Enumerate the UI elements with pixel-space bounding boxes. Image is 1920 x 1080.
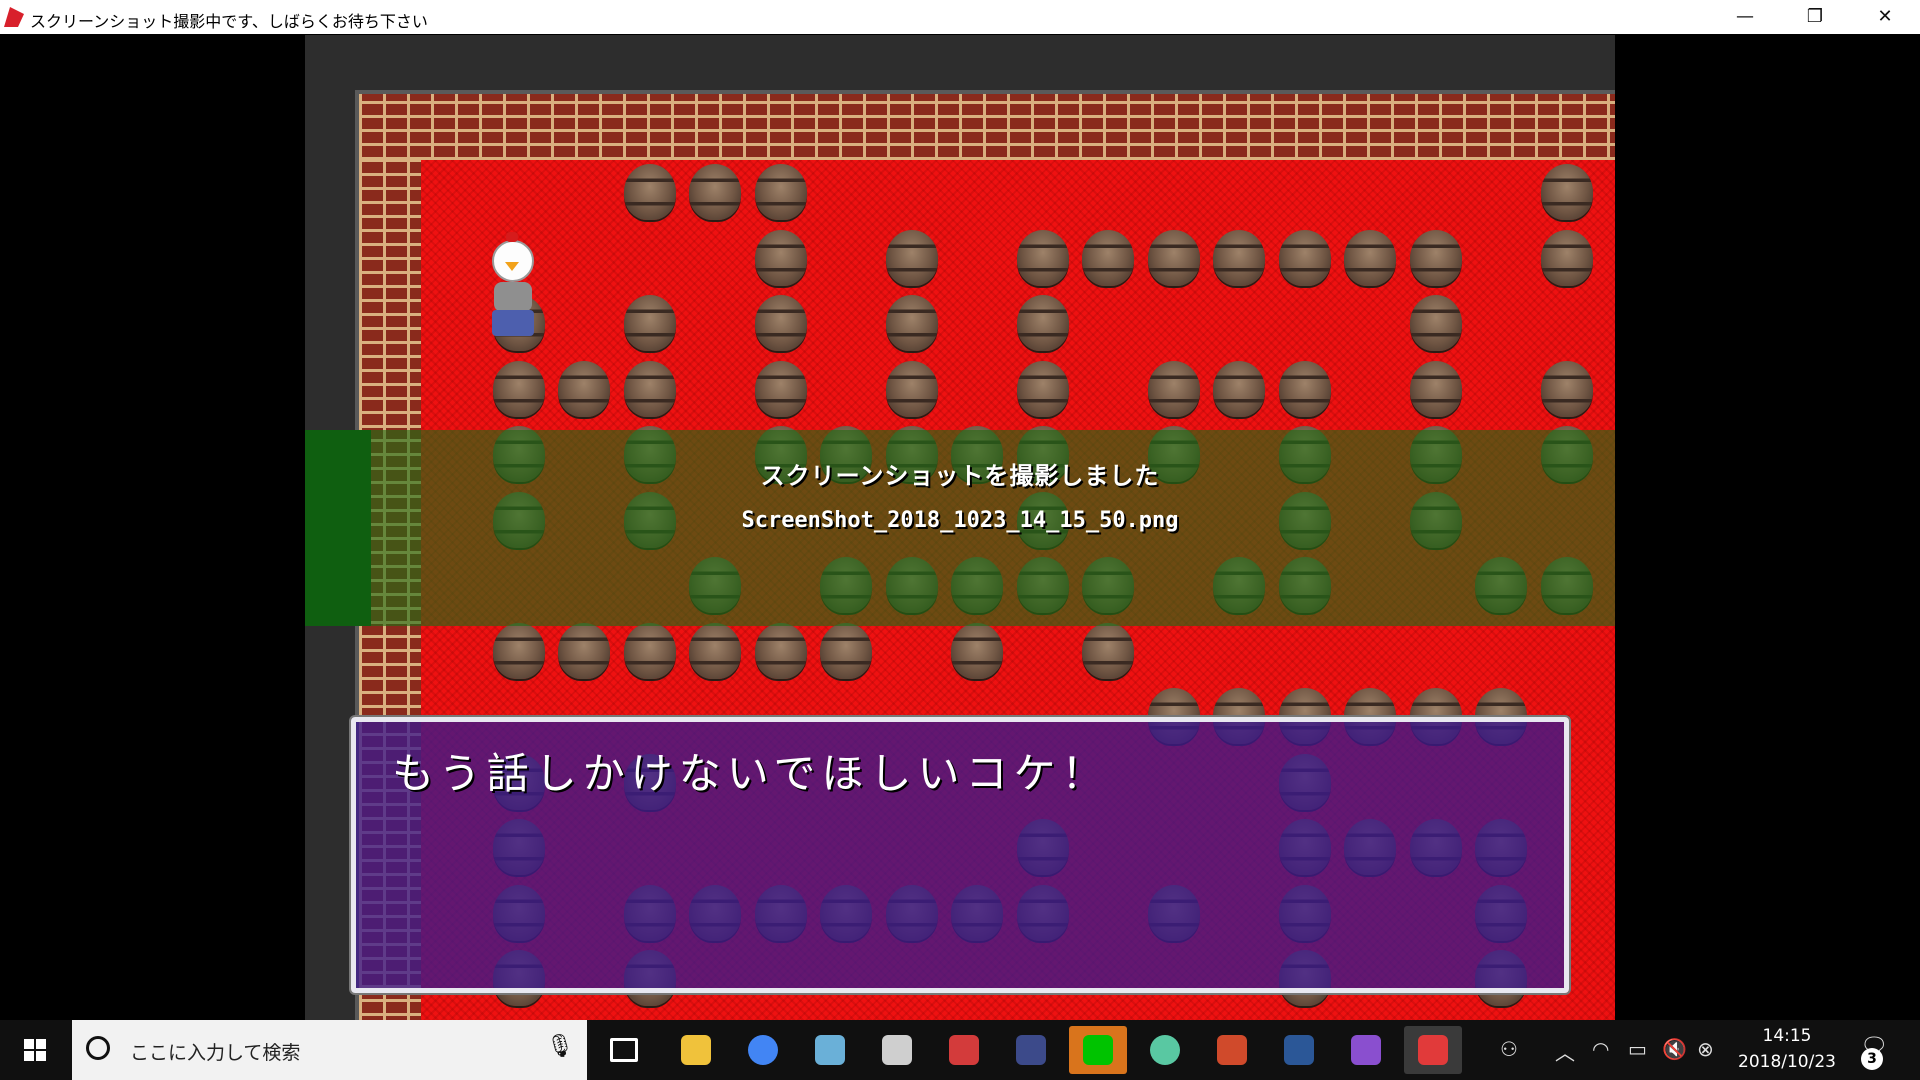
- file-explorer-icon[interactable]: [667, 1026, 725, 1074]
- chicken-character: [486, 232, 540, 340]
- visual-studio-icon[interactable]: [1337, 1026, 1395, 1074]
- screenshot-notice-title: スクリーンショットを撮影しました: [760, 462, 1160, 490]
- screenshot-notice-banner: スクリーンショットを撮影しました ScreenShot_2018_1023_14…: [305, 430, 1615, 626]
- barrel: [689, 622, 741, 679]
- window-title: スクリーンショット撮影中です、しばらくお待ち下さい: [30, 12, 428, 31]
- barrel: [1213, 360, 1265, 417]
- close-button[interactable]: ✕: [1850, 0, 1920, 34]
- chicken-head: [492, 240, 534, 282]
- barrel: [1540, 229, 1593, 286]
- search-placeholder: ここに入力して検索: [130, 1042, 301, 1064]
- message-window[interactable]: もう話しかけないでほしいコケ！: [351, 717, 1569, 993]
- barrel: [1278, 229, 1331, 286]
- maximize-button[interactable]: ❐: [1780, 0, 1850, 34]
- wifi-icon[interactable]: ◠: [1592, 1037, 1609, 1061]
- barrel: [1147, 229, 1200, 286]
- barrel: [754, 360, 807, 417]
- character-legs: [492, 310, 534, 336]
- barrel: [492, 622, 545, 679]
- notepad-icon[interactable]: [868, 1026, 926, 1074]
- chevron-up-icon[interactable]: ︿: [1555, 1037, 1575, 1066]
- brick-wall-top: [359, 94, 1615, 160]
- windows-logo-icon: [24, 1039, 34, 1049]
- cortana-icon: [86, 1036, 110, 1060]
- window-title-bar: スクリーンショット撮影中です、しばらくお待ち下さい — ❐ ✕: [0, 0, 1920, 34]
- barrel: [623, 360, 676, 417]
- volume-muted-icon[interactable]: 🔇: [1662, 1037, 1687, 1061]
- barrel: [1540, 360, 1593, 417]
- barrel: [1016, 229, 1069, 286]
- barrel: [754, 622, 807, 679]
- start-button[interactable]: [0, 1020, 70, 1080]
- powerpoint-icon[interactable]: [1203, 1026, 1261, 1074]
- barrel: [885, 229, 938, 286]
- barrel: [623, 622, 676, 679]
- barrel: [1409, 360, 1462, 417]
- barrel: [558, 622, 610, 679]
- app-icon: [4, 7, 24, 27]
- barrel: [951, 622, 1003, 679]
- barrel: [623, 164, 676, 220]
- error-icon[interactable]: ⊗: [1697, 1037, 1714, 1061]
- microphone-icon[interactable]: 🎙: [546, 1034, 574, 1059]
- chrome-icon[interactable]: [734, 1026, 792, 1074]
- message-text: もう話しかけないでほしいコケ！: [392, 749, 1110, 798]
- character-body: [494, 282, 532, 312]
- barrel: [1016, 295, 1069, 351]
- paint-app-icon[interactable]: [935, 1026, 993, 1074]
- media-app-icon[interactable]: [1002, 1026, 1060, 1074]
- game-app-icon[interactable]: [1404, 1026, 1462, 1074]
- barrel: [754, 295, 807, 351]
- barrel: [1082, 622, 1134, 679]
- clock-time[interactable]: 14:15: [1745, 1026, 1829, 1046]
- barrel: [1540, 164, 1593, 220]
- barrel: [492, 360, 545, 417]
- notification-count-badge: 3: [1861, 1048, 1883, 1070]
- word-icon[interactable]: [1270, 1026, 1328, 1074]
- barrel: [1344, 229, 1396, 286]
- chicken-comb: [506, 232, 518, 242]
- screenshot-filename: ScreenShot_2018_1023_14_15_50.png: [741, 508, 1179, 533]
- barrel: [1278, 360, 1331, 417]
- taskbar: ここに入力して検索 🎙 ⚇ ︿ ◠ ▭ 🔇 ⊗ 14:15 2018/10/23…: [0, 1020, 1920, 1080]
- barrel: [623, 295, 676, 351]
- line-icon[interactable]: [1069, 1026, 1127, 1074]
- battery-icon[interactable]: ▭: [1628, 1037, 1647, 1061]
- barrel: [558, 360, 610, 417]
- clock-date[interactable]: 2018/10/23: [1730, 1052, 1844, 1072]
- barrel: [885, 360, 938, 417]
- task-view-icon[interactable]: [595, 1026, 653, 1074]
- barrel: [820, 622, 872, 679]
- search-box[interactable]: ここに入力して検索 🎙: [72, 1020, 587, 1080]
- sketch-app-icon[interactable]: [801, 1026, 859, 1074]
- barrel: [754, 229, 807, 286]
- barrel: [754, 164, 807, 220]
- barrel: [885, 295, 938, 351]
- barrel: [1409, 229, 1462, 286]
- barrel: [1409, 295, 1462, 351]
- barrel: [1213, 229, 1265, 286]
- atom-icon[interactable]: [1136, 1026, 1194, 1074]
- barrel: [1147, 360, 1200, 417]
- people-icon[interactable]: ⚇: [1500, 1037, 1518, 1061]
- minimize-button[interactable]: —: [1710, 0, 1780, 34]
- barrel: [689, 164, 741, 220]
- barrel: [1082, 229, 1134, 286]
- barrel: [1016, 360, 1069, 417]
